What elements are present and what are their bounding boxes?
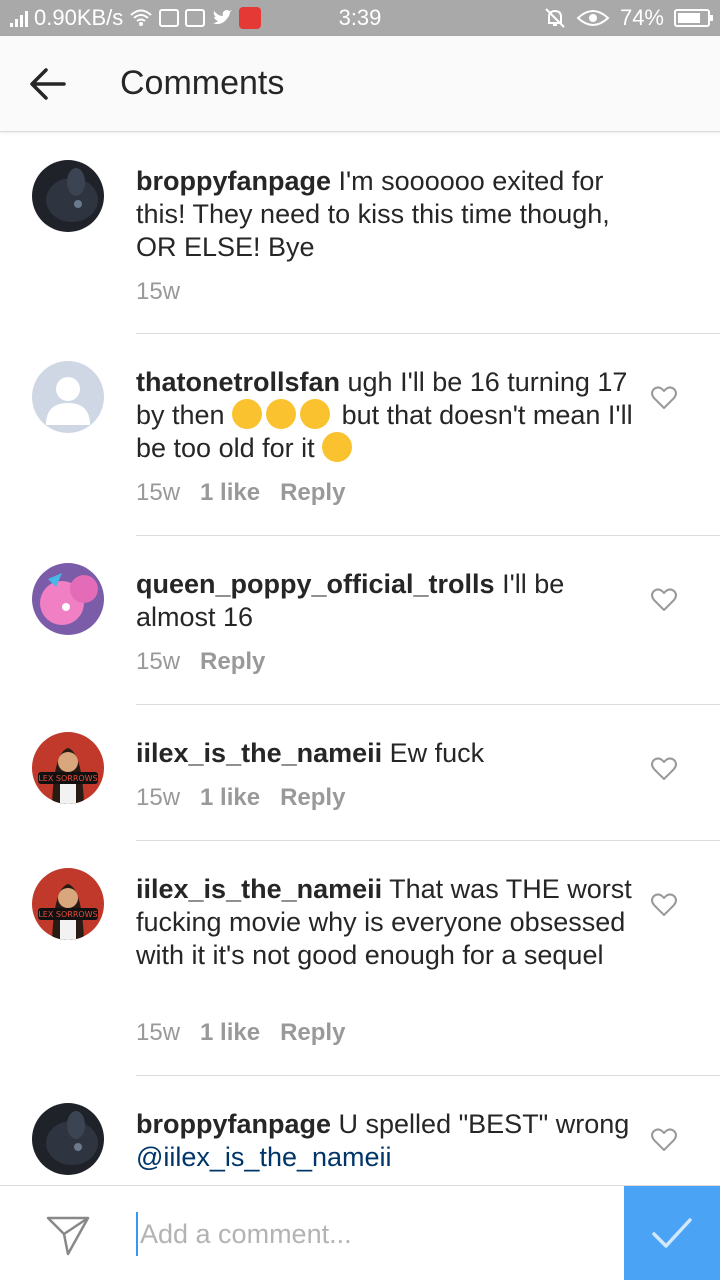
crying-emoji-icon	[232, 399, 263, 429]
reply-button[interactable]: Reply	[280, 479, 345, 507]
like-count[interactable]: 1 like	[200, 784, 260, 812]
comment-text: thatonetrollsfan ugh I'll be 16 turning …	[136, 366, 636, 465]
mention-link[interactable]: @iilex_is_the_nameii	[136, 1142, 392, 1172]
crying-emoji-icon	[266, 399, 297, 429]
heart-icon[interactable]	[650, 755, 678, 783]
page-title: Comments	[120, 64, 285, 102]
comment-username[interactable]: broppyfanpage	[136, 166, 331, 196]
app-notification-icon	[159, 9, 180, 27]
comment-text: broppyfanpage U spelled "BEST" wrong @ii…	[136, 1108, 636, 1174]
comment-text: broppyfanpage I'm soooooo exited for thi…	[136, 165, 636, 264]
heart-icon[interactable]	[650, 1126, 678, 1154]
crying-emoji-icon	[300, 399, 331, 429]
divider	[136, 333, 720, 334]
back-button[interactable]	[22, 60, 74, 108]
comment-meta: 15w 1 like Reply	[136, 479, 345, 507]
reply-button[interactable]: Reply	[280, 784, 345, 812]
comment-text: iilex_is_the_nameii That was THE worst f…	[136, 873, 636, 972]
status-time: 3:39	[338, 5, 382, 30]
checkmark-icon	[652, 1217, 692, 1248]
heart-icon[interactable]	[650, 891, 678, 919]
heart-icon[interactable]	[650, 586, 678, 614]
direct-send-icon[interactable]	[44, 1210, 92, 1258]
reply-button[interactable]: Reply	[200, 648, 265, 676]
comment-meta: 15w 1 like Reply	[136, 784, 345, 812]
divider	[136, 535, 720, 536]
comment-body: U spelled "BEST" wrong	[331, 1109, 630, 1139]
comment-meta: 15w Reply	[136, 648, 265, 676]
comment-text: queen_poppy_official_trolls I'll be almo…	[136, 568, 636, 634]
comment-composer	[0, 1185, 720, 1280]
comment-input[interactable]	[136, 1212, 606, 1256]
comment-username[interactable]: iilex_is_the_nameii	[136, 874, 382, 904]
mute-bell-icon	[545, 8, 565, 28]
twitter-icon	[213, 10, 233, 25]
avatar-label: LEX SORROWS	[38, 774, 97, 783]
heart-icon[interactable]	[650, 384, 678, 412]
like-count[interactable]: 1 like	[200, 1019, 260, 1047]
comment-username[interactable]: broppyfanpage	[136, 1109, 331, 1139]
eye-icon	[576, 10, 610, 26]
comment-username[interactable]: thatonetrollsfan	[136, 367, 340, 397]
signal-icon	[10, 9, 28, 27]
comment-age: 15w	[136, 1019, 181, 1046]
comment-age: 15w	[136, 784, 181, 811]
battery-percent: 74%	[619, 5, 664, 30]
comment-meta: 15w	[136, 278, 180, 306]
top-app-bar: Comments	[0, 36, 720, 132]
smirk-emoji-icon	[322, 432, 353, 462]
avatar[interactable]	[32, 1103, 104, 1175]
comment-age: 15w	[136, 278, 181, 305]
comment-age: 15w	[136, 479, 181, 506]
like-count[interactable]: 1 like	[200, 479, 260, 507]
post-button[interactable]	[624, 1186, 720, 1280]
network-speed: 0.90KB/s	[34, 5, 124, 30]
avatar[interactable]	[32, 361, 104, 433]
battery-icon	[674, 9, 713, 27]
status-left: 0.90KB/s	[10, 0, 262, 36]
avatar[interactable]	[32, 160, 104, 232]
comment-meta: 15w 1 like Reply	[136, 1019, 345, 1047]
wifi-icon	[130, 9, 152, 26]
reply-button[interactable]: Reply	[280, 1019, 345, 1047]
divider	[136, 1075, 720, 1076]
avatar-label: LEX SORROWS	[38, 910, 97, 919]
comment-age: 15w	[136, 648, 181, 675]
missed-call-icon	[239, 7, 262, 29]
divider	[136, 840, 720, 841]
avatar[interactable]: LEX SORROWS	[32, 868, 104, 940]
comment-username[interactable]: queen_poppy_official_trolls	[136, 569, 495, 599]
comment-body: Ew fuck	[382, 738, 485, 768]
divider	[136, 704, 720, 705]
comments-list[interactable]: broppyfanpage I'm soooooo exited for thi…	[0, 133, 720, 1185]
comment-text: iilex_is_the_nameii Ew fuck	[136, 737, 636, 770]
status-right: 74%	[544, 0, 713, 36]
comment-username[interactable]: iilex_is_the_nameii	[136, 738, 382, 768]
status-bar: 0.90KB/s 3:39 74%	[0, 0, 720, 36]
mail-icon	[185, 9, 206, 27]
arrow-left-icon	[30, 68, 66, 100]
avatar[interactable]	[32, 563, 104, 635]
avatar[interactable]: LEX SORROWS	[32, 732, 104, 804]
